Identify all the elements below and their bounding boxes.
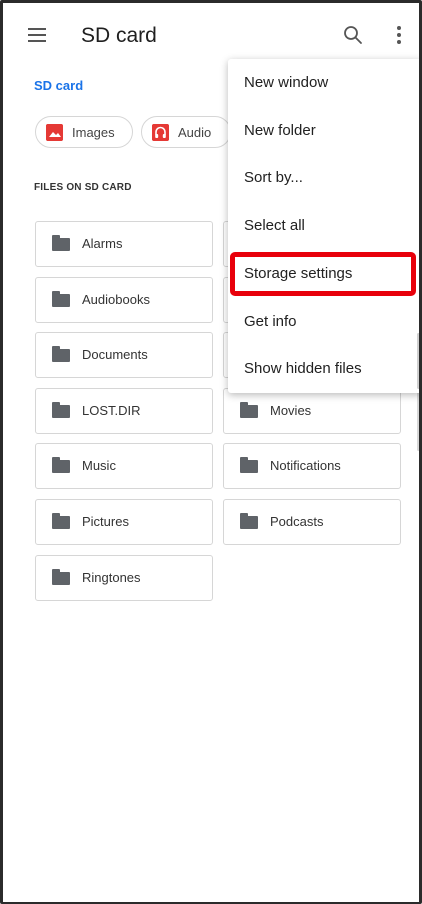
folder-label: Pictures: [82, 514, 129, 529]
menu-scrollbar[interactable]: [417, 333, 419, 389]
menu-item-label: Select all: [244, 217, 305, 234]
folder-icon: [52, 291, 70, 307]
folder-label: Documents: [82, 347, 148, 362]
menu-item-new-folder[interactable]: New folder: [228, 109, 419, 155]
menu-item-label: Sort by...: [244, 169, 303, 186]
folder-icon: [52, 235, 70, 251]
folder-item-audiobooks[interactable]: Audiobooks: [35, 277, 213, 323]
chip-images[interactable]: Images: [35, 116, 133, 148]
menu-item-get-info[interactable]: Get info: [228, 300, 419, 346]
image-icon: [46, 124, 63, 141]
folder-label: Audiobooks: [82, 292, 150, 307]
audio-icon: [152, 124, 169, 141]
overflow-menu: New window New folder Sort by... Select …: [228, 59, 419, 393]
folder-icon: [52, 402, 70, 418]
folder-icon: [240, 402, 258, 418]
folder-label: Alarms: [82, 236, 123, 251]
chip-label: Images: [72, 125, 115, 140]
folder-label: LOST.DIR: [82, 403, 141, 418]
folder-label: Music: [82, 458, 116, 473]
menu-icon[interactable]: [28, 28, 46, 42]
menu-item-sort-by[interactable]: Sort by...: [228, 156, 419, 202]
menu-item-label: Storage settings: [244, 265, 353, 282]
menu-item-label: Show hidden files: [244, 360, 362, 377]
folder-item-notifications[interactable]: Notifications: [223, 443, 401, 489]
search-icon[interactable]: [341, 23, 365, 47]
folder-icon: [52, 513, 70, 529]
folder-item-pictures[interactable]: Pictures: [35, 499, 213, 545]
chip-label: Audio: [178, 125, 212, 140]
folder-icon: [52, 457, 70, 473]
folder-item-ringtones[interactable]: Ringtones: [35, 555, 213, 601]
menu-item-label: Get info: [244, 313, 297, 330]
folder-item-alarms[interactable]: Alarms: [35, 221, 213, 267]
folder-item-podcasts[interactable]: Podcasts: [223, 499, 401, 545]
folder-label: Notifications: [270, 458, 341, 473]
device-frame: SD card SD card Images Audio FILES ON SD…: [0, 0, 422, 904]
folder-item-lost-dir[interactable]: LOST.DIR: [35, 388, 213, 434]
folder-label: Ringtones: [82, 570, 141, 585]
menu-item-new-window[interactable]: New window: [228, 61, 419, 107]
folder-icon: [52, 569, 70, 585]
folder-icon: [52, 346, 70, 362]
folder-item-music[interactable]: Music: [35, 443, 213, 489]
menu-item-show-hidden-files[interactable]: Show hidden files: [228, 347, 419, 393]
page-title: SD card: [81, 24, 157, 47]
menu-item-label: New folder: [244, 122, 316, 139]
folder-icon: [240, 513, 258, 529]
chip-audio[interactable]: Audio: [141, 116, 231, 148]
folder-label: Podcasts: [270, 514, 324, 529]
breadcrumb[interactable]: SD card: [34, 78, 83, 93]
more-vert-icon[interactable]: [389, 23, 409, 47]
app-bar: SD card: [3, 3, 419, 65]
section-label: FILES ON SD CARD: [34, 182, 132, 193]
menu-item-label: New window: [244, 74, 329, 91]
menu-item-select-all[interactable]: Select all: [228, 204, 419, 250]
folder-item-movies[interactable]: Movies: [223, 388, 401, 434]
menu-item-storage-settings[interactable]: Storage settings: [228, 252, 419, 298]
folder-item-documents[interactable]: Documents: [35, 332, 213, 378]
folder-icon: [240, 457, 258, 473]
folder-label: Movies: [270, 403, 312, 418]
